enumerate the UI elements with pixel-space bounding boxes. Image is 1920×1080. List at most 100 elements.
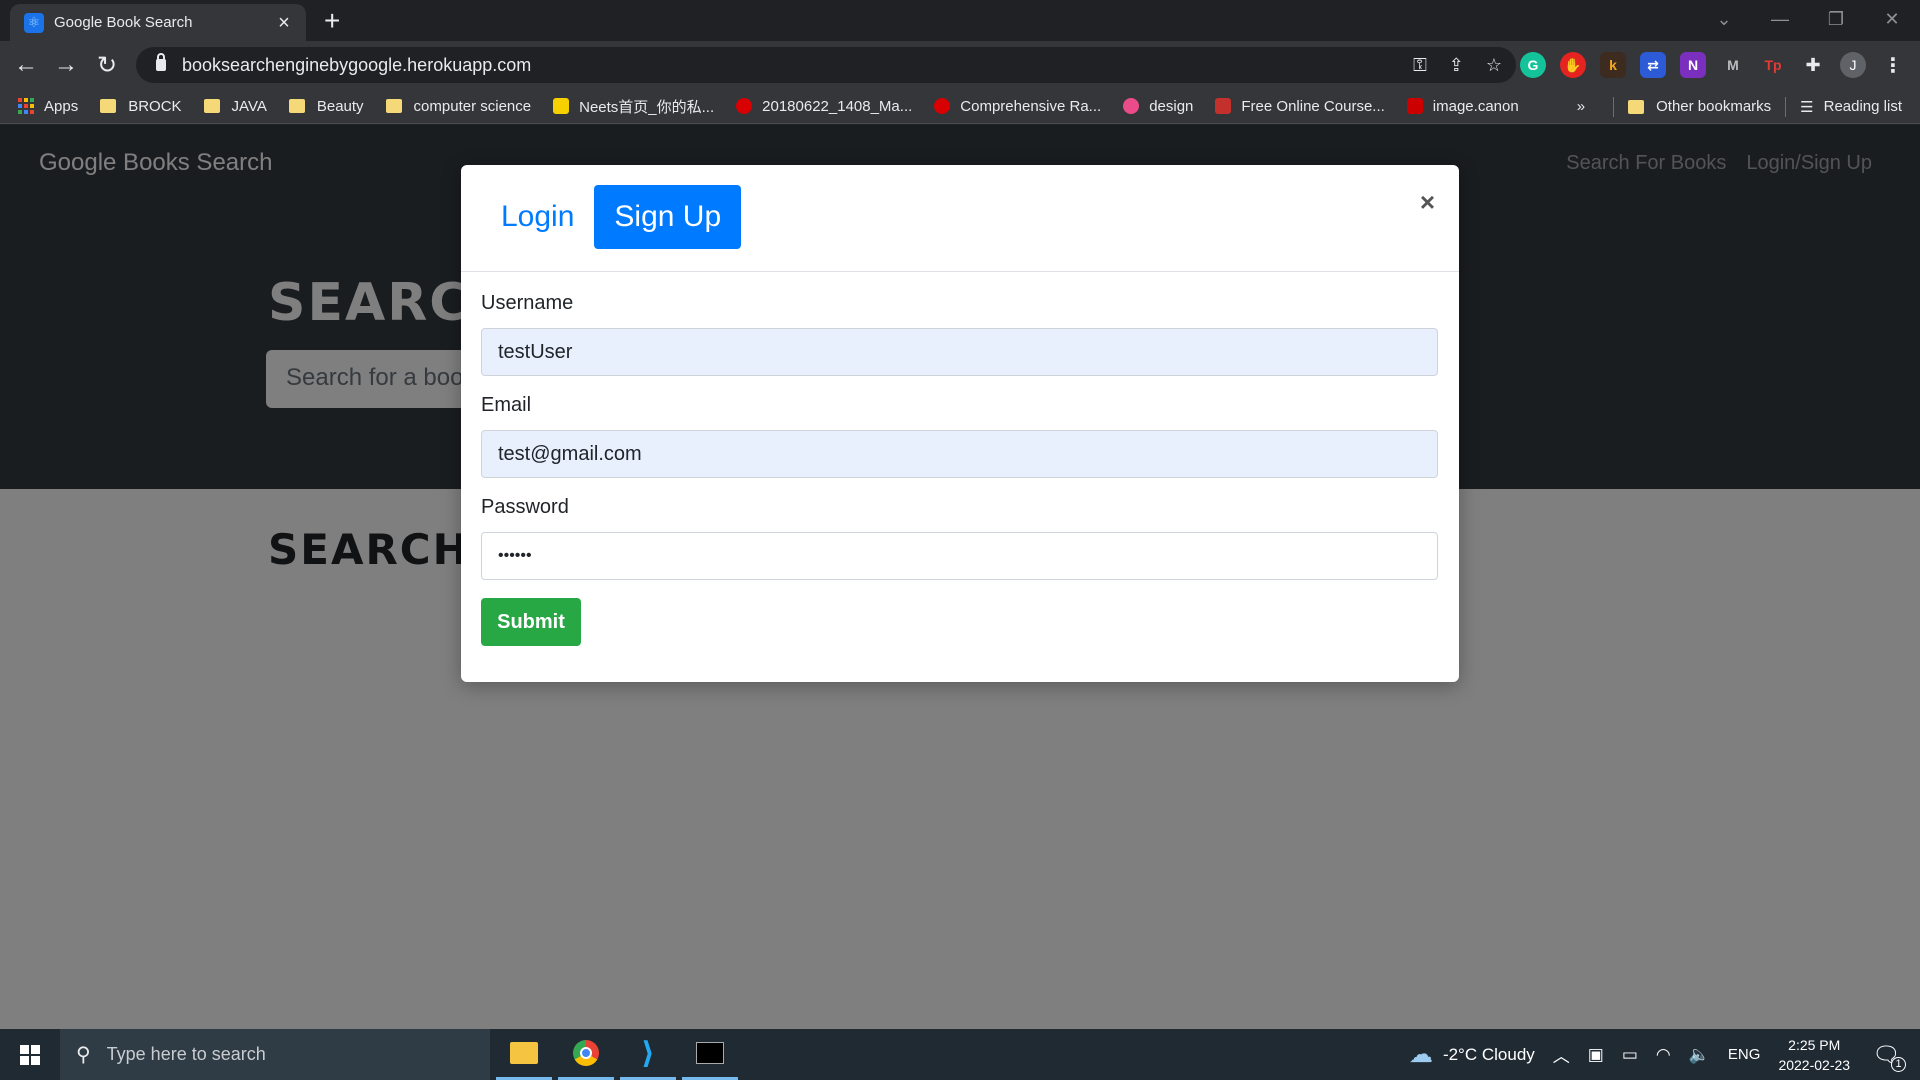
close-icon[interactable]: × [1420,187,1435,218]
close-window-icon[interactable]: ✕ [1864,0,1920,38]
folder-icon [1628,99,1645,114]
bookmark-brock[interactable]: BROCK [100,98,182,115]
dribbble-icon [1123,98,1140,114]
bookmark-free-online-course[interactable]: Free Online Course... [1215,98,1385,115]
bookmarks-divider [1785,96,1787,117]
password-group: Password •••••• [481,496,1439,580]
bookmark-comprehensive[interactable]: Comprehensive Ra... [934,98,1101,115]
meet-now-icon[interactable]: ▣ [1588,1045,1604,1065]
start-button[interactable] [0,1029,60,1080]
terminal-button[interactable] [682,1029,738,1080]
clock[interactable]: 2:25 PM 2022-02-23 [1778,1035,1850,1075]
tab-title: Google Book Search [54,14,193,31]
bookmark-computer-science[interactable]: computer science [385,98,531,115]
star-bookmark-icon[interactable]: ☆ [1486,55,1502,76]
username-label: Username [481,292,574,314]
volume-icon[interactable]: 🔈 [1689,1045,1710,1065]
password-label: Password [481,496,569,518]
vscode-icon: ⟩ [641,1036,655,1070]
system-tray: ☁ -2°C Cloudy ︿ ▣ ▭ ◠ 🔈 ENG 2:25 PM 2022… [1409,1029,1920,1080]
reload-icon[interactable]: ↻ [91,49,123,81]
neets-favicon-icon [553,98,570,114]
email-label: Email [481,394,532,416]
username-field[interactable]: testUser [481,328,1438,376]
tab-login[interactable]: Login [481,185,594,249]
maple-leaf-icon [736,98,753,114]
battery-icon[interactable]: ▭ [1622,1045,1638,1065]
bookmark-image-canon[interactable]: image.canon [1406,98,1519,115]
tray-chevron-up-icon[interactable]: ︿ [1553,1042,1570,1067]
forward-arrow-icon[interactable]: → [50,49,82,81]
bookmark-neets[interactable]: Neets首页_你的私... [553,96,714,117]
wifi-icon[interactable]: ◠ [1656,1045,1671,1065]
windows-logo-icon [20,1044,40,1065]
adblock-extension-icon[interactable]: ✋ [1560,52,1586,78]
bookmark-beauty[interactable]: Beauty [288,98,364,115]
address-bar[interactable]: booksearchenginebygoogle.herokuapp.com ⚿… [136,47,1516,83]
bookmark-java[interactable]: JAVA [203,98,267,115]
clock-date: 2022-02-23 [1778,1056,1851,1073]
notification-badge: 1 [1891,1056,1906,1072]
url-text[interactable]: booksearchenginebygoogle.herokuapp.com [182,55,531,76]
react-favicon-icon: ⚛ [24,12,44,33]
terminal-icon [696,1042,724,1064]
share-icon[interactable]: ⇪ [1449,55,1464,76]
chrome-icon [573,1040,599,1066]
language-indicator[interactable]: ENG [1728,1046,1761,1063]
chrome-button[interactable] [558,1029,614,1080]
back-arrow-icon[interactable]: ← [10,49,42,81]
page-viewport: Google Books Search Search For Books Log… [0,125,1920,1029]
kebab-menu-icon[interactable]: ⋮ [1880,52,1906,78]
window-controls: ⌄ — ❐ ✕ [1696,0,1920,41]
bookmark-design[interactable]: design [1123,98,1193,115]
onenote-extension-icon[interactable]: N [1680,52,1706,78]
profile-avatar[interactable]: J [1840,52,1866,78]
restore-icon[interactable]: ❐ [1808,0,1864,38]
bookmarks-right: » Other bookmarks ☰ Reading list [1577,89,1902,124]
bookmarks-overflow-chevron-icon[interactable]: » [1577,98,1585,115]
folder-icon [288,99,305,113]
password-field[interactable]: •••••• [481,532,1438,580]
translate-extension-icon[interactable]: ⇄ [1640,52,1666,78]
bookmark-apps[interactable]: Apps [18,98,78,115]
taskbar-search-placeholder: Type here to search [106,1044,266,1064]
reading-list[interactable]: ☰ Reading list [1800,98,1902,116]
cloud-icon: ☁ [1408,1041,1433,1068]
browser-toolbar: ← → ↻ booksearchenginebygoogle.herokuapp… [0,41,1920,89]
folder-icon [385,99,402,113]
username-group: Username testUser [481,292,1439,376]
k-extension-icon[interactable]: k [1600,52,1626,78]
puzzle-extensions-icon[interactable]: ✚ [1800,52,1826,78]
weather-widget[interactable]: ☁ -2°C Cloudy [1409,1040,1535,1069]
file-explorer-button[interactable] [496,1029,552,1080]
vscode-button[interactable]: ⟩ [620,1029,676,1080]
lock-icon[interactable] [156,53,166,71]
tab-close-icon[interactable]: × [274,13,294,33]
extensions-bar: G ✋ k ⇄ N M Tp ✚ J ⋮ [1520,49,1906,81]
bookmark-20180622[interactable]: 20180622_1408_Ma... [736,98,912,115]
key-icon[interactable]: ⚿ [1413,55,1427,76]
bookmark-other[interactable]: Other bookmarks [1628,98,1771,115]
email-field[interactable]: test@gmail.com [481,430,1438,478]
notification-center-icon[interactable]: 🗨 1 [1872,1042,1906,1072]
minimize-icon[interactable]: — [1752,0,1808,38]
auth-modal: Login Sign Up × Username testUser Email … [461,165,1459,682]
apps-grid-icon [18,98,34,114]
bookmarks-bar: Apps BROCK JAVA Beauty computer science … [0,89,1920,124]
weather-text: -2°C Cloudy [1442,1044,1535,1064]
submit-button[interactable]: Submit [481,598,581,646]
windows-taskbar: ⚲ Type here to search ⟩ ☁ -2°C Cloudy ︿ … [0,1029,1920,1080]
tab-sign-up[interactable]: Sign Up [594,185,742,249]
tp-extension-icon[interactable]: Tp [1760,52,1786,78]
m-extension-icon[interactable]: M [1720,52,1746,78]
grammarly-extension-icon[interactable]: G [1520,52,1546,78]
bookmarks-divider [1613,96,1615,117]
canon-favicon-icon [1406,98,1423,114]
reading-list-icon: ☰ [1800,98,1814,116]
folder-icon [203,99,220,113]
tab-search-icon[interactable]: ⌄ [1696,0,1752,38]
browser-tab[interactable]: ⚛ Google Book Search × [10,4,306,41]
taskbar-search-box[interactable]: ⚲ Type here to search [60,1029,490,1080]
new-tab-button[interactable]: + [324,6,340,36]
folder-icon [510,1042,538,1064]
